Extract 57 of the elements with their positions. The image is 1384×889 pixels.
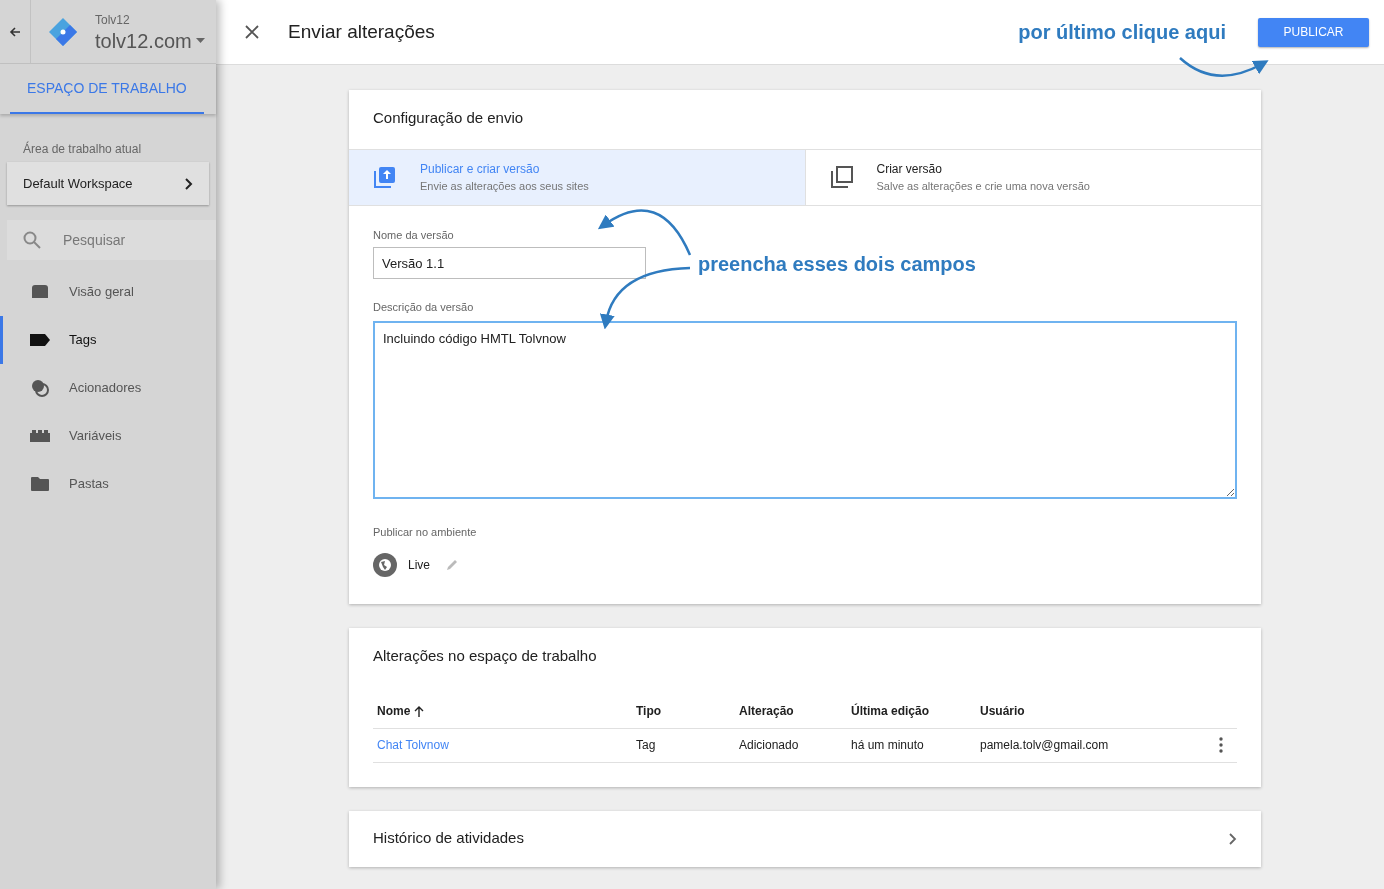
option-title: Publicar e criar versão [420, 160, 541, 178]
version-name-field[interactable]: Versão 1.1 [373, 247, 646, 279]
search-icon [23, 231, 41, 249]
column-header[interactable]: Usuário [980, 702, 1025, 720]
account-name: Tolv12 [95, 11, 131, 29]
more-vertical-icon [1219, 737, 1223, 753]
close-icon [245, 25, 259, 39]
table-cell: Tag [636, 738, 656, 752]
option-title: Criar versão [876, 160, 943, 178]
section-label: Área de trabalho atual [23, 140, 143, 158]
more-button[interactable] [1219, 737, 1223, 753]
publish-option[interactable]: Criar versão Salve as alterações e crie uma nova versão [804, 149, 1261, 205]
version-description-field[interactable]: Incluindo código HMTL Tolvnow [373, 320, 1237, 499]
close-button[interactable] [243, 23, 261, 41]
copy-icon [829, 165, 854, 189]
chevron-right-icon [185, 177, 193, 190]
circles-icon [30, 378, 50, 398]
workspace-selector[interactable]: Default Workspace [7, 162, 209, 205]
folder-icon [31, 477, 49, 491]
upload-stack-icon [373, 165, 397, 189]
back-arrow-icon [9, 25, 21, 38]
column-header[interactable]: Alteração [739, 702, 794, 720]
publish-option[interactable]: Publicar e criar versão Envie as alterações aos seus sites [349, 149, 805, 205]
card-title: Alterações no espaço de trabalho [373, 646, 598, 666]
blocks-icon [30, 430, 50, 442]
diamond-logo-icon [47, 15, 79, 48]
tag-link[interactable]: Chat Tolvnow [377, 738, 449, 752]
column-header[interactable]: Última edição [851, 702, 930, 720]
annotation-text: por último clique aqui [1018, 20, 1226, 45]
globe-icon [373, 553, 397, 577]
briefcase-icon [30, 284, 50, 300]
table-cell-text: pamela.tolv@gmail.com [980, 737, 1109, 754]
card-title: Configuração de envio [372, 108, 525, 128]
column-header[interactable]: Tipo [636, 702, 662, 720]
publish-button[interactable]: PUBLICAR [1258, 17, 1369, 47]
table-cell: Adicionado [739, 738, 799, 752]
option-subtitle: Envie as alterações aos seus sites [420, 178, 589, 194]
field-label: Nome da versão [373, 227, 455, 243]
environment-name: Live [408, 557, 430, 574]
search-field[interactable]: Pesquisar [7, 220, 216, 260]
history-card[interactable]: Histórico de atividades [349, 810, 1261, 867]
field-label: Descrição da versão [373, 300, 475, 315]
dialog-title: Enviar alterações [288, 19, 435, 44]
option-subtitle: Salve as alterações e crie uma nova versão [876, 178, 1090, 194]
nav-item[interactable]: Visão geral [0, 268, 216, 316]
caret-icon [195, 38, 205, 43]
table-cell: há um minuto [851, 738, 924, 752]
pencil-icon [446, 559, 458, 571]
nav-item[interactable]: Acionadores [0, 364, 216, 412]
tag-icon [30, 334, 50, 346]
column-header[interactable]: Nome [377, 702, 411, 720]
container-dropdown[interactable]: tolv12.com [95, 28, 205, 53]
field-label: Publicar no ambiente [373, 524, 478, 540]
nav-item[interactable]: Pastas [0, 460, 216, 508]
nav-item[interactable]: Variáveis [0, 412, 216, 460]
chevron-right-icon [1229, 832, 1237, 845]
sort-arrow-icon [414, 705, 425, 717]
